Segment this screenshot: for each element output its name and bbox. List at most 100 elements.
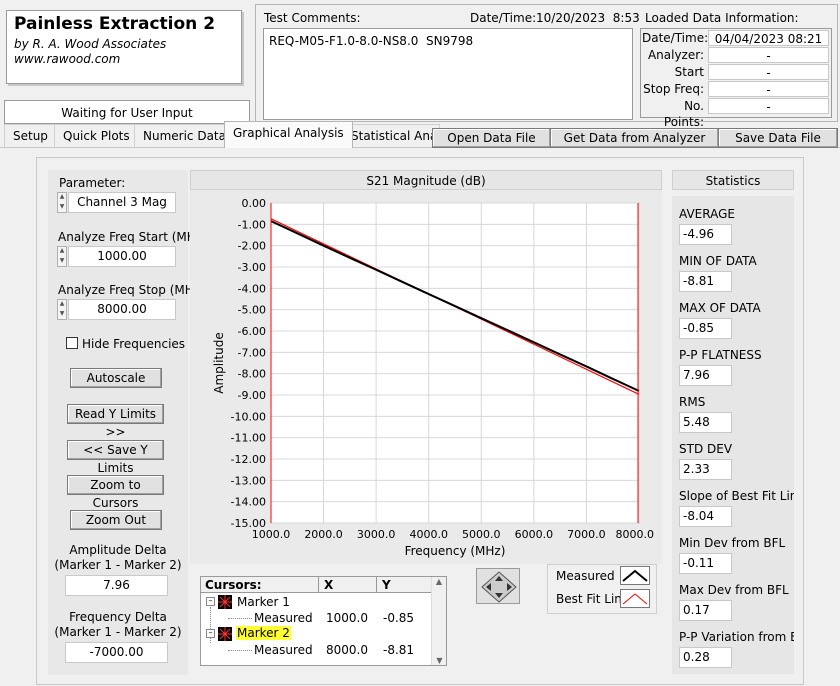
get-data-from-analyzer-button[interactable]: Get Data from Analyzer [550, 128, 719, 148]
stat-label: P-P Variation from BF [679, 630, 794, 644]
marker-2-cursor-icon [218, 627, 232, 641]
hide-frequencies-checkbox[interactable] [66, 337, 78, 349]
tree-line [228, 650, 252, 651]
y-tick-label: -4.00 [238, 282, 266, 295]
stat-label: MIN OF DATA [679, 254, 757, 268]
freq-stop-spinner[interactable]: ▲ ▼ [57, 299, 67, 320]
y-tick-label: -1.00 [238, 218, 266, 231]
y-tick-label: -3.00 [238, 261, 266, 274]
amplitude-delta-label: Amplitude Delta [69, 543, 167, 557]
parameter-label: Parameter: [59, 176, 126, 190]
x-tick-label: 2000.0 [304, 528, 343, 541]
tab-setup[interactable]: Setup [4, 124, 57, 147]
marker-1-trace: Measured [254, 611, 313, 625]
frequency-delta-sublabel: (Marker 1 - Marker 2) [54, 625, 182, 639]
freq-start-label: Analyze Freq Start (MHz) [58, 230, 207, 244]
legend-bestfit-swatch[interactable] [620, 589, 650, 608]
y-tick-label: -10.00 [231, 410, 266, 423]
stat-value: -0.85 [679, 318, 732, 339]
app-url: www.rawood.com [14, 52, 121, 66]
loaded-info-label: No. Points: [642, 98, 707, 129]
marker-1-name[interactable]: Marker 1 [237, 595, 290, 609]
scroll-down-icon[interactable]: ▼ [432, 656, 447, 665]
marker-2-name[interactable]: Marker 2 [236, 626, 291, 640]
zoom-out-button[interactable]: Zoom Out [70, 510, 162, 530]
x-tick-label: 7000.0 [567, 528, 606, 541]
marker-1-expand-icon[interactable]: – [206, 597, 215, 606]
loaded-info-value: - [708, 64, 829, 80]
diamond-arrows-icon [481, 571, 517, 603]
y-tick-label: -11.00 [231, 432, 266, 445]
plot-background [270, 202, 640, 524]
marker-1-x: 1000.0 [326, 611, 368, 625]
parameter-spinner[interactable]: ▲ ▼ [57, 192, 67, 213]
marker-2-expand-icon[interactable]: – [206, 629, 215, 638]
scroll-up-icon[interactable]: ▲ [432, 577, 446, 586]
chart-title: S21 Magnitude (dB) [366, 174, 486, 188]
freq-start-spinner[interactable]: ▲ ▼ [57, 246, 67, 267]
x-tick-label: 6000.0 [515, 528, 554, 541]
stat-label: STD DEV [679, 442, 733, 456]
col-divider [318, 577, 319, 593]
marker-2-trace: Measured [254, 643, 313, 657]
legend-measured-swatch[interactable] [620, 566, 650, 585]
y-tick-label: -13.00 [231, 474, 266, 487]
autoscale-button[interactable]: Autoscale [70, 368, 162, 388]
hide-frequencies-label: Hide Frequencies [82, 337, 186, 351]
app-title: Painless Extraction 2 [14, 14, 216, 34]
y-tick-label: -8.00 [238, 368, 266, 381]
y-tick-label: -2.00 [238, 240, 266, 253]
y-tick-label: -14.00 [231, 496, 266, 509]
parameter-select[interactable]: Channel 3 Mag [68, 192, 176, 213]
tab-numeric-data[interactable]: Numeric Data [134, 124, 235, 147]
datetime-label: Date/Time: [470, 11, 537, 25]
x-tick-label: 5000.0 [462, 528, 501, 541]
stat-label: AVERAGE [679, 207, 735, 221]
loaded-info-value: - [708, 47, 829, 63]
stat-value: -8.81 [679, 271, 732, 292]
freq-start-input[interactable]: 1000.00 [68, 246, 176, 267]
freq-stop-input[interactable]: 8000.00 [68, 299, 176, 320]
stat-label: Slope of Best Fit Line [679, 489, 794, 503]
x-tick-label: 8000.0 [616, 528, 655, 541]
stat-label: RMS [679, 395, 706, 409]
cursor-header-name: Cursors: [205, 578, 262, 592]
amplitude-delta-value: 7.96 [65, 575, 168, 596]
s21-magnitude-chart[interactable]: 0.00 -1.00 -2.00 -3.00 -4.00 -5.00 -6.00 -7.00 -… [190, 190, 662, 564]
y-tick-label: -5.00 [238, 304, 266, 317]
x-tick-label: 3000.0 [357, 528, 396, 541]
marker-1-y: -0.85 [383, 611, 415, 625]
freq-stop-label: Analyze Freq Stop (MHz) [58, 283, 205, 297]
stat-value: 2.33 [679, 459, 732, 480]
read-y-limits-button[interactable]: Read Y Limits >> [67, 404, 164, 439]
cursor-header-x: X [324, 578, 334, 592]
tab-quick-plots[interactable]: Quick Plots [54, 124, 139, 147]
y-axis-title: Amplitude [212, 332, 226, 394]
loaded-info-value: - [708, 81, 829, 97]
tree-line [228, 618, 252, 619]
loaded-info-value: 04/04/2023 08:21 AM [708, 30, 829, 62]
frequency-delta-label: Frequency Delta [69, 610, 167, 624]
open-data-file-button[interactable]: Open Data File [432, 128, 551, 148]
loaded-info-label: Analyzer: [642, 47, 707, 63]
y-tick-label: -7.00 [238, 346, 266, 359]
marker-2-y: -8.81 [383, 643, 415, 657]
col-divider [376, 577, 377, 593]
loaded-info-label: Stop Freq: [642, 81, 707, 97]
stat-value: -4.96 [679, 224, 732, 245]
test-comments-text: REQ-M05-F1.0-8.0-NS8.0 SN9798 [269, 34, 474, 48]
status-text: Waiting for User Input [61, 106, 193, 120]
cursor-table-scrollbar[interactable]: ▲ ▼ [431, 577, 446, 665]
tab-statistical-analysis[interactable]: Statistical Analy [342, 124, 440, 147]
tab-graphical-analysis[interactable]: Graphical Analysis [224, 121, 353, 148]
amplitude-delta-sublabel: (Marker 1 - Marker 2) [54, 558, 182, 572]
save-y-limits-button[interactable]: << Save Y Limits [67, 440, 164, 475]
marker-1-cursor-icon [218, 595, 232, 609]
zoom-to-cursors-button[interactable]: Zoom to Cursors [67, 475, 164, 510]
save-data-file-button[interactable]: Save Data File [718, 128, 838, 148]
stat-value: -8.04 [679, 506, 732, 527]
legend-measured-label: Measured [556, 569, 615, 583]
cursor-move-control[interactable] [476, 568, 520, 604]
x-axis-title: Frequency (MHz) [405, 544, 506, 558]
stat-value: 0.28 [679, 647, 732, 668]
